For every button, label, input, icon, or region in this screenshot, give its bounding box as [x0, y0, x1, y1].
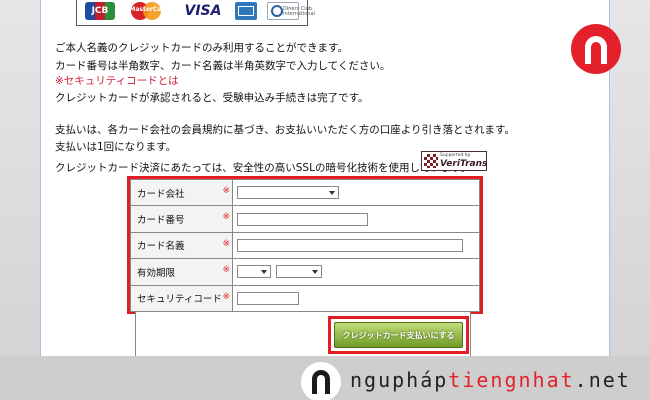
- submit-highlight: クレジットカード支払いにする: [328, 316, 469, 354]
- page: JCB MasterCard VISA Diners Club Internat…: [0, 0, 650, 400]
- site-logo-icon: [301, 362, 341, 400]
- field-label-text: カード番号: [137, 215, 185, 227]
- visa-logo-icon: VISA: [181, 2, 225, 20]
- table-row: カード番号 ※: [130, 205, 480, 233]
- chevron-down-icon: [261, 270, 267, 275]
- veritrans-check-icon: [424, 154, 438, 168]
- table-row: 有効期限 ※: [130, 258, 480, 286]
- payment-panel: JCB MasterCard VISA Diners Club Internat…: [40, 0, 610, 356]
- expiry-month-select[interactable]: [237, 265, 271, 279]
- card-number-input[interactable]: [237, 212, 368, 226]
- site-name-suffix: .net: [574, 368, 631, 392]
- intro-line-2: カード番号は半角数字、カード名義は半角英数字で入力してください。: [55, 60, 391, 72]
- site-name-prefix: ngupháp: [350, 368, 449, 392]
- field-label-security-code: セキュリティコード ※: [130, 284, 233, 312]
- site-name-accent: tiengnhat: [448, 368, 575, 392]
- intro-line-5: 支払いは、各カード会社の会員規約に基づき、お支払いいただく方の口座より引き落とさ…: [55, 124, 516, 136]
- card-brand-logos: JCB MasterCard VISA Diners Club Internat…: [76, 0, 315, 26]
- table-row: セキュリティコード ※: [130, 284, 480, 312]
- intro-line-7: クレジットカード決済にあたっては、安全性の高いSSLの暗号化技術を使用しています…: [55, 162, 472, 174]
- visa-logo-text: VISA: [184, 3, 222, 19]
- table-row: カード名義 ※: [130, 231, 480, 260]
- field-label-card-company: カード会社 ※: [130, 178, 233, 207]
- site-badge-icon: [571, 24, 621, 74]
- credit-card-submit-button[interactable]: クレジットカード支払いにする: [334, 322, 463, 348]
- chevron-down-icon: [312, 270, 319, 275]
- table-row: カード会社 ※: [130, 178, 480, 207]
- jcb-logo-icon: JCB: [85, 2, 115, 20]
- intro-line-6: 支払いは1回になります。: [55, 141, 177, 153]
- intro-line-1: ご本人名義のクレジットカードのみ利用することができます。: [55, 42, 348, 54]
- field-label-text: 有効期限: [137, 267, 176, 279]
- card-form-table: カード会社 ※ カード番号 ※ カード名義 ※ 有効期限 ※ セキュリティコード…: [130, 178, 480, 312]
- field-cell: [232, 205, 480, 233]
- required-mark: ※: [222, 291, 230, 302]
- field-label-text: カード会社: [137, 188, 185, 200]
- amex-logo-icon: [235, 2, 257, 20]
- field-label-card-holder: カード名義 ※: [130, 231, 233, 260]
- field-label-text: セキュリティコード: [137, 294, 222, 306]
- mastercard-logo-text: MasterCard: [129, 6, 169, 13]
- veritrans-name: VeriTrans: [440, 159, 488, 169]
- field-cell: [232, 231, 480, 260]
- security-code-link[interactable]: ※セキュリティコードとは: [55, 73, 179, 88]
- veritrans-logo: Supported by VeriTrans: [421, 151, 487, 171]
- chevron-down-icon: [329, 191, 335, 196]
- jcb-logo-text: JCB: [91, 6, 109, 16]
- field-cell: [232, 178, 480, 207]
- required-mark: ※: [222, 212, 230, 223]
- field-cell: [232, 258, 480, 286]
- veritrans-supported-by: Supported by: [440, 153, 471, 158]
- expiry-year-select[interactable]: [276, 265, 323, 279]
- site-watermark: ngupháptiengnhat.net: [0, 356, 650, 400]
- field-cell: [232, 284, 480, 312]
- field-label-card-number: カード番号 ※: [130, 205, 233, 233]
- card-form-highlight: カード会社 ※ カード番号 ※ カード名義 ※ 有効期限 ※ セキュリティコード…: [127, 176, 483, 314]
- diners-logo-icon: Diners Club International: [267, 2, 315, 20]
- site-name: ngupháptiengnhat.net: [350, 368, 631, 392]
- card-holder-input[interactable]: [237, 238, 463, 252]
- required-mark: ※: [222, 186, 230, 196]
- field-label-expiry: 有効期限 ※: [130, 258, 233, 286]
- card-company-select[interactable]: [237, 186, 339, 200]
- mastercard-logo-icon: MasterCard: [127, 2, 171, 20]
- security-code-input[interactable]: [237, 291, 299, 305]
- diners-logo-text: Diners Club International: [283, 6, 315, 17]
- field-label-text: カード名義: [137, 241, 185, 253]
- required-mark: ※: [222, 265, 230, 276]
- required-mark: ※: [222, 238, 230, 249]
- intro-line-4: クレジットカードが承認されると、受験申込み手続きは完了です。: [55, 92, 369, 104]
